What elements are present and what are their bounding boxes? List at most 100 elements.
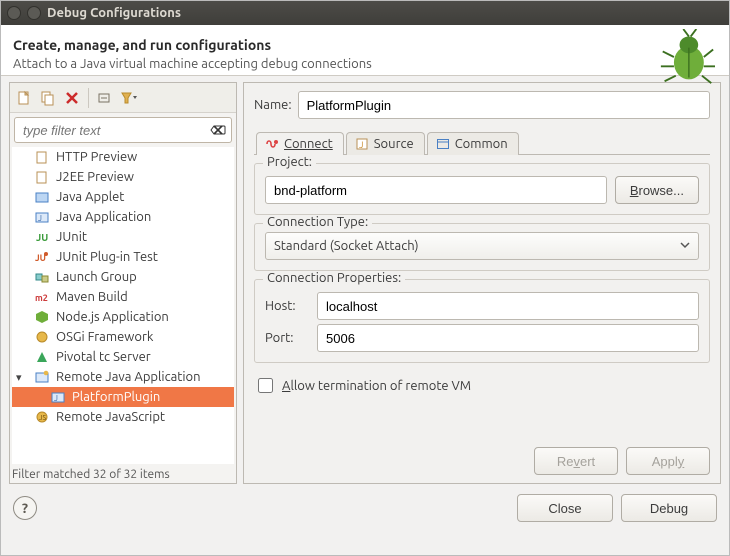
project-input[interactable] bbox=[265, 176, 607, 204]
osgi-icon bbox=[34, 329, 50, 345]
tree-item[interactable]: Pivotal tc Server bbox=[12, 347, 234, 367]
left-panel: HTTP Preview J2EE Preview Java Applet J Java… bbox=[9, 82, 237, 484]
port-label: Port: bbox=[265, 331, 309, 345]
junit-plugin-icon: JU bbox=[34, 249, 50, 265]
caret-icon: ▾ bbox=[16, 371, 22, 384]
header-subtitle: Attach to a Java virtual machine accepti… bbox=[13, 57, 713, 71]
connection-props-group: Connection Properties: Host: Port: bbox=[254, 279, 710, 363]
tree-item[interactable]: J Java Application bbox=[12, 207, 234, 227]
applet-icon bbox=[34, 189, 50, 205]
debug-button[interactable]: Debug bbox=[621, 494, 717, 522]
connection-props-label: Connection Properties: bbox=[263, 271, 405, 285]
source-icon: J bbox=[355, 137, 369, 151]
connect-icon bbox=[265, 137, 279, 151]
tree-item[interactable]: Node.js Application bbox=[12, 307, 234, 327]
tree-item[interactable]: JU JUnit Plug-in Test bbox=[12, 247, 234, 267]
tree-item-label: Java Application bbox=[56, 210, 151, 224]
tree-item-label: Java Applet bbox=[56, 190, 124, 204]
tab-source-label: Source bbox=[374, 137, 414, 151]
tree-item[interactable]: HTTP Preview bbox=[12, 147, 234, 167]
tree-item-label: Node.js Application bbox=[56, 310, 169, 324]
filter-box bbox=[14, 117, 232, 143]
remote-java-icon bbox=[34, 369, 50, 385]
tree-item-label: J2EE Preview bbox=[56, 170, 134, 184]
connection-type-combo[interactable]: Standard (Socket Attach) bbox=[265, 232, 699, 260]
chevron-down-icon bbox=[680, 239, 690, 253]
tree-item-label: Maven Build bbox=[56, 290, 128, 304]
header-title: Create, manage, and run configurations bbox=[13, 37, 713, 53]
tree-item[interactable]: Launch Group bbox=[12, 267, 234, 287]
filter-menu-button[interactable] bbox=[117, 86, 141, 110]
window-close-icon[interactable] bbox=[7, 6, 21, 20]
browse-button[interactable]: Browse... bbox=[615, 176, 699, 204]
svg-text:J: J bbox=[54, 394, 58, 403]
close-button[interactable]: Close bbox=[517, 494, 613, 522]
filter-status: Filter matched 32 of 32 items bbox=[10, 466, 236, 483]
toolbar-separator bbox=[88, 88, 89, 108]
filter-input[interactable] bbox=[14, 117, 232, 143]
java-icon: J bbox=[50, 389, 66, 405]
new-config-button[interactable] bbox=[12, 86, 36, 110]
remote-js-icon: JS bbox=[34, 409, 50, 425]
tree-item[interactable]: J2EE Preview bbox=[12, 167, 234, 187]
window-minimize-icon[interactable] bbox=[27, 6, 41, 20]
name-label: Name: bbox=[254, 98, 292, 112]
dialog-footer: ? Close Debug bbox=[1, 484, 729, 532]
tree-item-label: Pivotal tc Server bbox=[56, 350, 151, 364]
connection-type-selected: Standard (Socket Attach) bbox=[274, 239, 419, 253]
svg-text:JU: JU bbox=[36, 232, 48, 243]
allow-termination-checkbox[interactable] bbox=[258, 378, 273, 393]
host-input[interactable] bbox=[317, 292, 699, 320]
svg-text:JS: JS bbox=[39, 414, 46, 422]
tree-item-label: PlatformPlugin bbox=[72, 390, 160, 404]
maven-icon: m2 bbox=[34, 289, 50, 305]
collapse-all-button[interactable] bbox=[93, 86, 117, 110]
dialog-header: Create, manage, and run configurations A… bbox=[1, 25, 729, 76]
tree-item[interactable]: Java Applet bbox=[12, 187, 234, 207]
host-label: Host: bbox=[265, 299, 309, 313]
connection-type-group: Connection Type: Standard (Socket Attach… bbox=[254, 223, 710, 271]
config-tree[interactable]: HTTP Preview J2EE Preview Java Applet J Java… bbox=[12, 147, 234, 464]
tree-item-label: Remote JavaScript bbox=[56, 410, 165, 424]
tree-item[interactable]: J PlatformPlugin bbox=[12, 387, 234, 407]
launch-group-icon bbox=[34, 269, 50, 285]
j2ee-icon bbox=[34, 169, 50, 185]
tree-item-label: HTTP Preview bbox=[56, 150, 137, 164]
allow-termination-label: llow termination of remote VM bbox=[290, 379, 471, 393]
svg-text:J: J bbox=[38, 214, 42, 223]
project-group: Project: Browse... bbox=[254, 163, 710, 215]
tree-item[interactable]: ▾ Remote Java Application bbox=[12, 367, 234, 387]
tree-item[interactable]: OSGi Framework bbox=[12, 327, 234, 347]
tab-common[interactable]: Common bbox=[427, 132, 519, 155]
tree-item-label: JUnit Plug-in Test bbox=[56, 250, 158, 264]
debug-bug-icon bbox=[659, 29, 715, 85]
tab-connect-label: Connect bbox=[284, 137, 333, 151]
tree-item[interactable]: JS Remote JavaScript bbox=[12, 407, 234, 427]
project-group-label: Project: bbox=[263, 155, 316, 169]
help-button[interactable]: ? bbox=[13, 496, 37, 520]
port-input[interactable] bbox=[317, 324, 699, 352]
tree-item-label: OSGi Framework bbox=[56, 330, 153, 344]
delete-config-button[interactable] bbox=[60, 86, 84, 110]
svg-text:m2: m2 bbox=[35, 293, 48, 303]
apply-button[interactable]: Apply bbox=[626, 447, 710, 475]
tree-item-label: JUnit bbox=[56, 230, 87, 244]
pivotal-icon bbox=[34, 349, 50, 365]
tab-bar: Connect J Source Common bbox=[254, 127, 710, 155]
tree-item-label: Launch Group bbox=[56, 270, 137, 284]
java-icon: J bbox=[34, 209, 50, 225]
svg-text:J: J bbox=[359, 140, 363, 150]
tab-connect[interactable]: Connect bbox=[256, 132, 344, 155]
node-icon bbox=[34, 309, 50, 325]
tree-item-label: Remote Java Application bbox=[56, 370, 201, 384]
tab-source[interactable]: J Source bbox=[346, 132, 425, 155]
duplicate-config-button[interactable] bbox=[36, 86, 60, 110]
tree-item[interactable]: m2 Maven Build bbox=[12, 287, 234, 307]
titlebar: Debug Configurations bbox=[1, 1, 729, 25]
window-title: Debug Configurations bbox=[47, 6, 181, 20]
right-panel: Name: Connect J Source Common bbox=[243, 82, 721, 484]
name-input[interactable] bbox=[298, 91, 710, 119]
clear-filter-icon[interactable] bbox=[210, 122, 226, 138]
revert-button[interactable]: Revert bbox=[534, 447, 618, 475]
tree-item[interactable]: JU JUnit bbox=[12, 227, 234, 247]
